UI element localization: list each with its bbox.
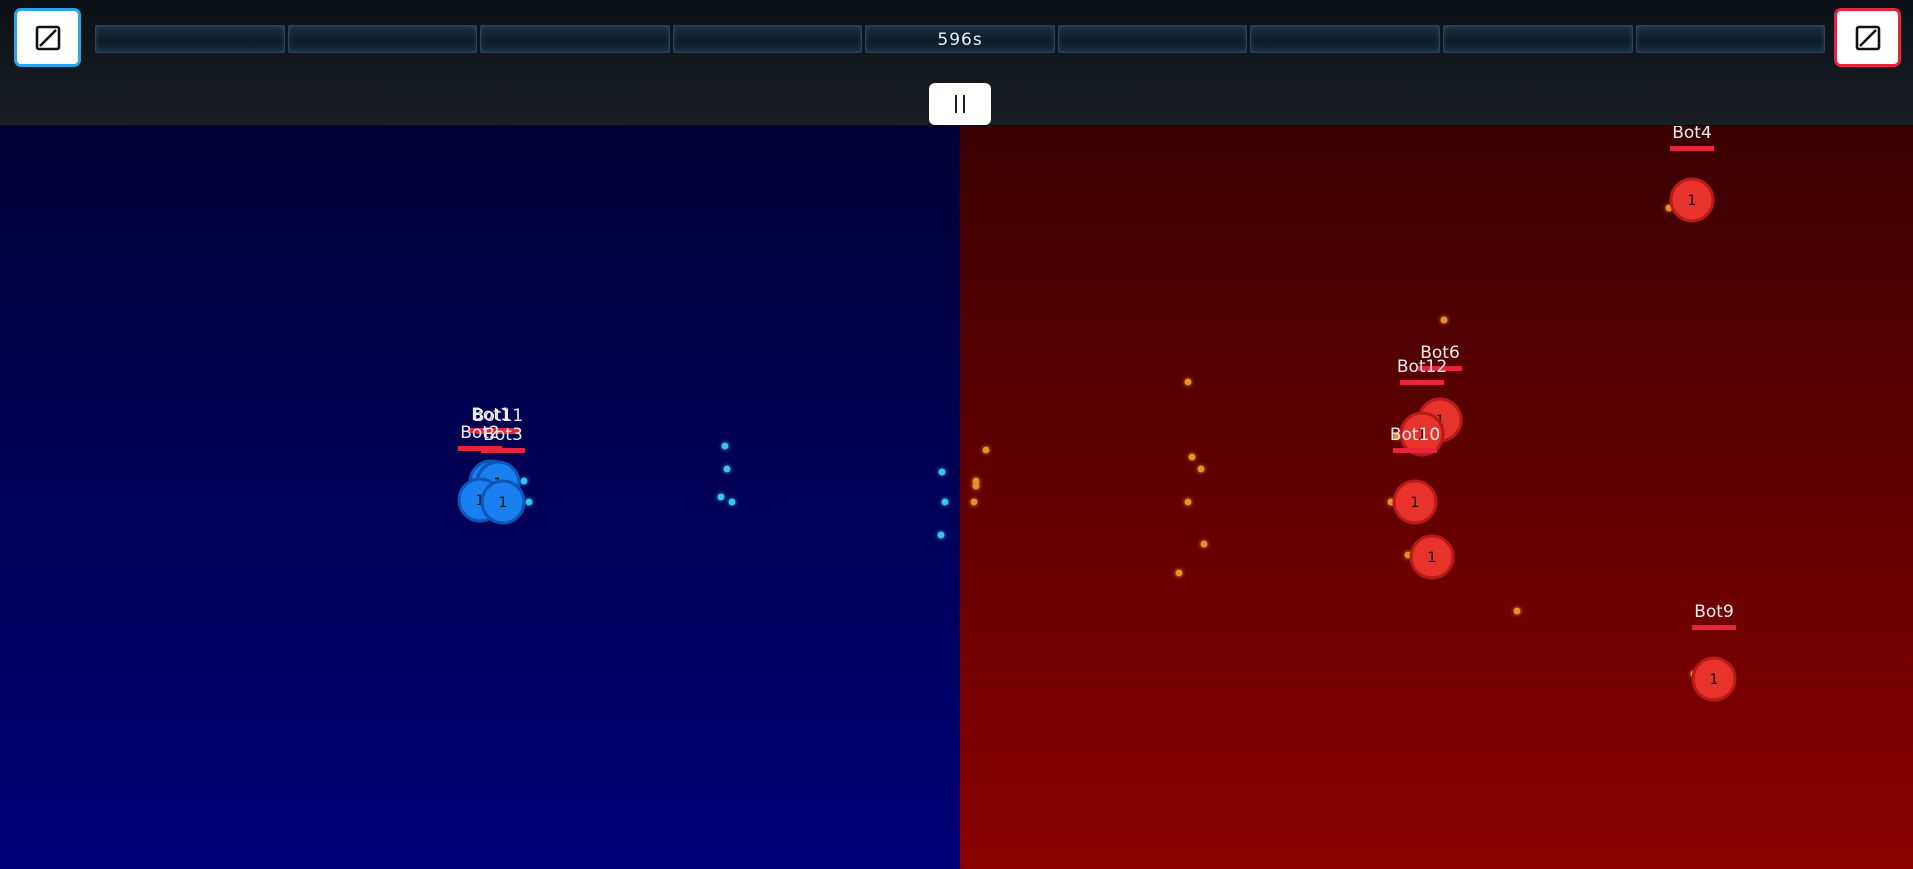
bot-name-label: Bot12	[1397, 357, 1447, 377]
red-pellet	[1188, 453, 1196, 461]
bot-health-bar	[1670, 146, 1714, 151]
red-pellet	[1184, 498, 1192, 506]
blue-pellet	[723, 465, 731, 473]
red-pellet	[972, 482, 980, 490]
blue-team-button[interactable]	[14, 8, 81, 67]
bot-health-bar	[481, 448, 525, 453]
top-hud: 596s	[0, 0, 1913, 126]
match-timer: 596s	[937, 30, 983, 50]
bot-health-bar	[1692, 625, 1736, 630]
blue-pellet	[520, 477, 528, 485]
blue-pellet	[717, 493, 725, 501]
progress-segment	[1635, 25, 1826, 53]
progress-segment	[287, 25, 478, 53]
game-arena[interactable]: 1Bot41Bot61Bot121Bot1011Bot91Bot11Bot111…	[0, 125, 1913, 869]
red-pellet	[1175, 569, 1183, 577]
bot-name-label: Bot9	[1694, 602, 1734, 622]
aspect-ratio-icon	[1855, 25, 1880, 50]
red-pellet	[1513, 607, 1521, 615]
progress-segment	[1442, 25, 1633, 53]
red-team-button[interactable]	[1834, 8, 1901, 67]
progress-segment	[480, 25, 670, 53]
progress-segment	[95, 25, 285, 53]
blue-pellet	[728, 498, 736, 506]
pause-button[interactable]	[929, 83, 991, 125]
red-pellet	[982, 446, 990, 454]
bot-health-bar	[1393, 448, 1437, 453]
progress-segment	[1057, 25, 1248, 53]
red-pellet	[1440, 316, 1448, 324]
bot-name-label: Bot10	[1390, 425, 1440, 445]
bot-level: 1	[1688, 193, 1697, 209]
bot-name-label: Bot4	[1672, 125, 1712, 143]
red-bot[interactable]: 1	[1409, 534, 1455, 580]
pause-icon	[952, 95, 968, 113]
bot-level: 1	[499, 495, 508, 511]
bot-name-label: Bot3	[483, 425, 523, 445]
red-pellet	[1184, 378, 1192, 386]
blue-pellet	[721, 442, 729, 450]
red-pellet	[1197, 465, 1205, 473]
bot-level: 1	[1710, 672, 1719, 688]
progress-segment	[1250, 25, 1440, 53]
red-pellet	[970, 498, 978, 506]
progress-segment	[672, 25, 863, 53]
bot-level: 1	[1411, 495, 1420, 511]
blue-pellet	[941, 498, 949, 506]
bot-level: 1	[1428, 550, 1437, 566]
progress-segment: 596s	[865, 25, 1055, 53]
red-pellet	[1200, 540, 1208, 548]
progress-segments: 596s	[95, 25, 1826, 53]
blue-pellet	[525, 498, 533, 506]
bot-health-bar	[1400, 380, 1444, 385]
blue-pellet	[938, 468, 946, 476]
blue-pellet	[937, 531, 945, 539]
aspect-ratio-icon	[35, 25, 60, 50]
